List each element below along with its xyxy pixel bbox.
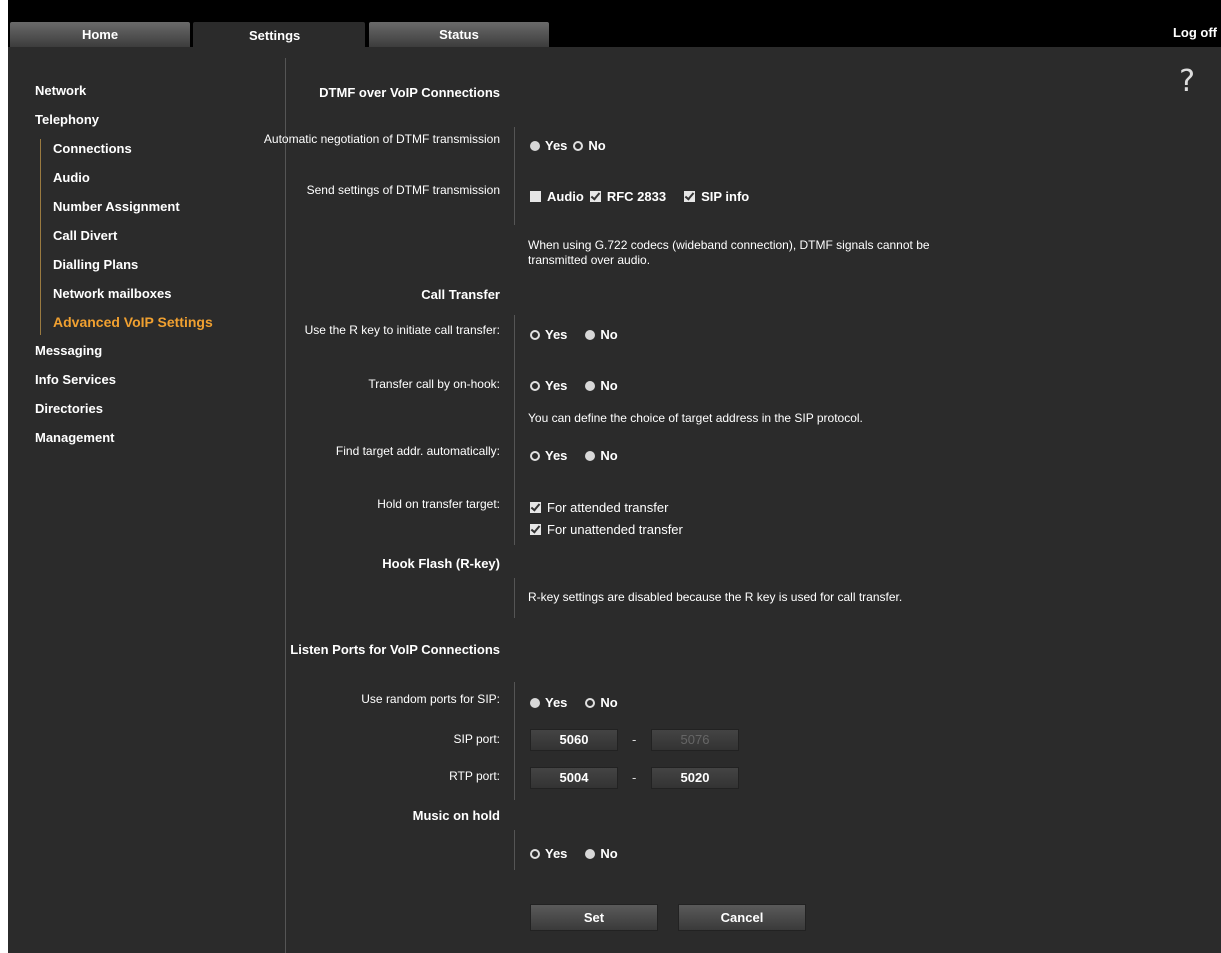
no-label: No [600,327,618,342]
section-header-dtmf: DTMF over VoIP Connections [319,85,500,100]
dtmf-rfc2833-checkbox[interactable] [589,191,601,202]
on-hook-transfer-no-radio[interactable] [585,380,596,391]
dtmf-audio-checkbox[interactable] [530,191,541,202]
set-button[interactable]: Set [530,904,658,931]
form-divider [514,127,515,225]
sidebar-item-telephony[interactable]: Telephony [35,112,99,127]
hold-transfer-label: Hold on transfer target: [377,497,500,511]
r-key-transfer-options: Yes No [530,327,618,342]
on-hook-transfer-yes-radio[interactable] [530,380,540,391]
logoff-link[interactable]: Log off [1173,25,1217,40]
section-header-music-on-hold: Music on hold [412,808,500,823]
dtmf-audio-label: Audio [547,189,584,204]
section-header-hook-flash: Hook Flash (R-key) [382,556,500,571]
sidebar-item-number-assignment[interactable]: Number Assignment [53,199,180,214]
random-ports-options: Yes No [530,695,618,710]
auto-negotiation-no-radio[interactable] [573,140,584,151]
music-on-hold-yes-radio[interactable] [530,848,540,859]
tab-home[interactable]: Home [10,22,190,47]
sidebar-item-messaging[interactable]: Messaging [35,343,102,358]
sidebar-item-network-mailboxes[interactable]: Network mailboxes [53,286,172,301]
dtmf-sip-info-label: SIP info [701,189,750,204]
yes-label: Yes [545,378,568,393]
rtp-port-from-input[interactable]: 5004 [530,767,618,789]
form-divider [514,830,515,870]
form-divider [514,682,515,800]
unattended-transfer-option: For unattended transfer [530,522,683,537]
music-on-hold-options: Yes No [530,846,618,861]
auto-negotiation-yes-radio[interactable] [530,140,540,151]
form-divider [514,578,515,618]
form-divider [514,315,515,545]
cancel-button[interactable]: Cancel [678,904,806,931]
attended-transfer-label: For attended transfer [547,500,669,515]
yes-label: Yes [545,327,568,342]
sidebar-item-network[interactable]: Network [35,83,86,98]
attended-transfer-option: For attended transfer [530,500,668,515]
no-label: No [600,378,618,393]
on-hook-transfer-options: Yes No [530,378,618,393]
random-ports-yes-radio[interactable] [530,697,540,708]
sidebar-item-info-services[interactable]: Info Services [35,372,116,387]
sidebar-item-dialling-plans[interactable]: Dialling Plans [53,257,138,272]
sidebar-item-connections[interactable]: Connections [53,141,132,156]
attended-transfer-checkbox[interactable] [530,502,541,513]
send-settings-options: Audio RFC 2833 SIP info [530,189,749,204]
r-key-transfer-no-radio[interactable] [585,329,596,340]
sidebar-item-audio[interactable]: Audio [53,170,90,185]
yes-label: Yes [545,448,568,463]
no-label: No [600,695,618,710]
help-icon[interactable]: ? [1179,64,1195,99]
r-key-transfer-yes-radio[interactable] [530,329,540,340]
no-label: No [588,138,606,153]
sidebar-item-directories[interactable]: Directories [35,401,103,416]
random-ports-no-radio[interactable] [585,697,596,708]
random-ports-label: Use random ports for SIP: [361,692,500,706]
dtmf-rfc2833-label: RFC 2833 [606,189,667,204]
rtp-port-to-input[interactable]: 5020 [651,767,739,789]
transfer-note: You can define the choice of target addr… [528,411,863,425]
sidebar-item-call-divert[interactable]: Call Divert [53,228,117,243]
on-hook-transfer-label: Transfer call by on-hook: [368,377,500,391]
find-target-options: Yes No [530,448,618,463]
dtmf-note: When using G.722 codecs (wideband connec… [528,238,930,267]
auto-negotiation-options: Yes No [530,138,606,153]
auto-negotiation-label: Automatic negotiation of DTMF transmissi… [263,132,500,146]
sip-port-label: SIP port: [453,732,500,746]
dtmf-sip-info-checkbox[interactable] [684,191,696,202]
unattended-transfer-checkbox[interactable] [530,524,541,535]
no-label: No [600,448,618,463]
yes-label: Yes [545,695,568,710]
no-label: No [600,846,618,861]
r-key-transfer-label: Use the R key to initiate call transfer: [304,323,500,337]
sip-port-to-input[interactable]: 5076 [651,729,739,751]
yes-label: Yes [545,138,568,153]
submenu-line [40,139,41,335]
sip-port-range-separator: - [632,732,637,747]
yes-label: Yes [545,846,568,861]
rtp-port-range-separator: - [632,770,637,785]
sidebar-item-management[interactable]: Management [35,430,114,445]
sidebar-item-advanced-voip-settings[interactable]: Advanced VoIP Settings [53,314,213,330]
music-on-hold-no-radio[interactable] [585,848,596,859]
section-header-call-transfer: Call Transfer [421,287,500,302]
find-target-label: Find target addr. automatically: [335,444,500,458]
tab-settings[interactable]: Settings [193,22,365,49]
section-header-listen-ports: Listen Ports for VoIP Connections [290,642,500,657]
find-target-yes-radio[interactable] [530,450,540,461]
sip-port-from-input[interactable]: 5060 [530,729,618,751]
rtp-port-label: RTP port: [449,769,500,783]
unattended-transfer-label: For unattended transfer [547,522,683,537]
find-target-no-radio[interactable] [585,450,596,461]
tab-status[interactable]: Status [369,22,549,47]
send-settings-label: Send settings of DTMF transmission [306,183,500,197]
page-background [8,22,1221,953]
hook-flash-note: R-key settings are disabled because the … [528,590,903,604]
